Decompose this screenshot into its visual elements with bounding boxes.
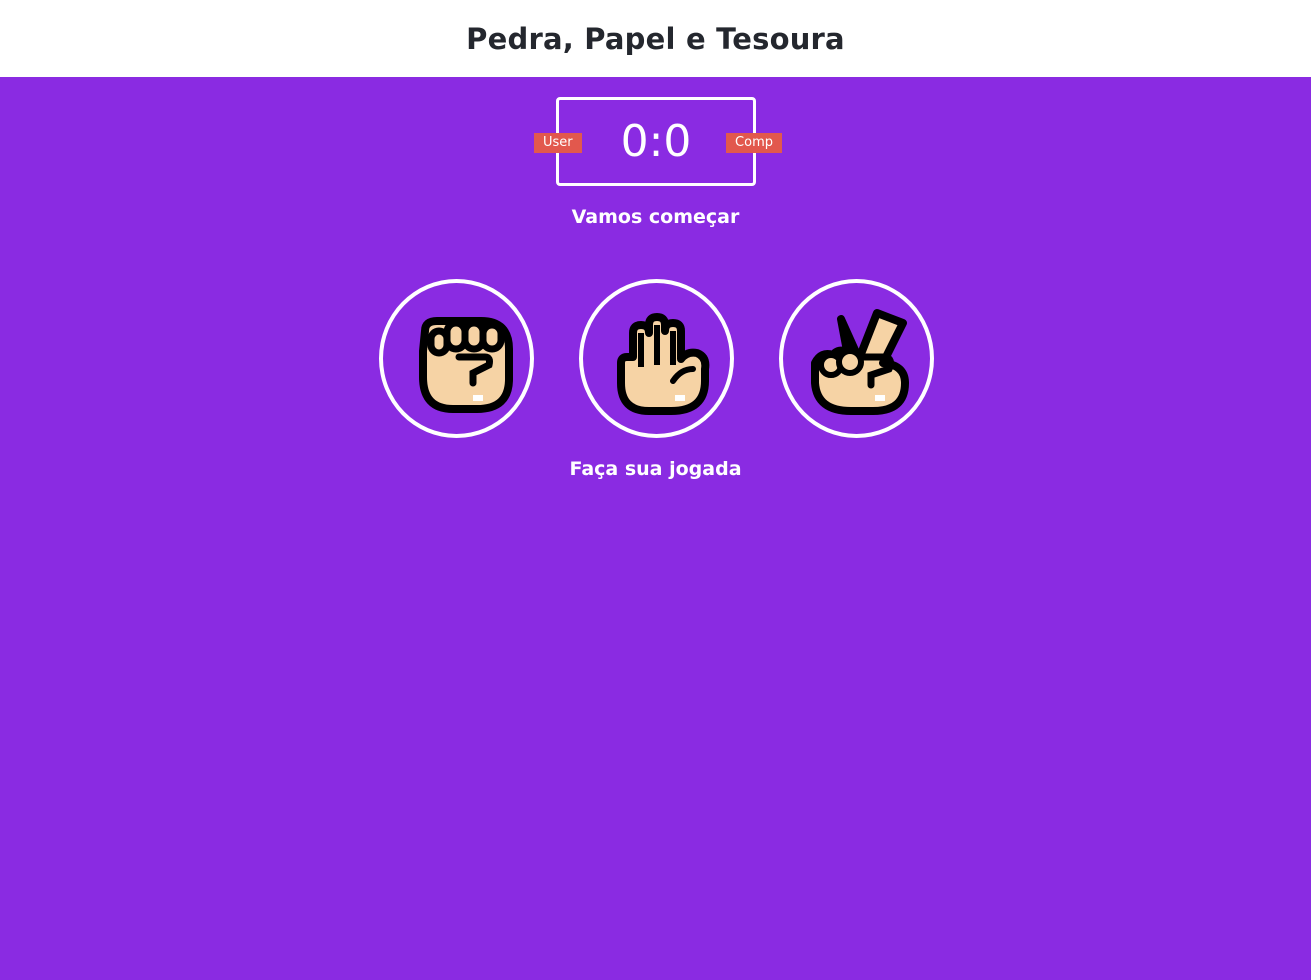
victory-hand-icon [810, 308, 909, 415]
page-title: Pedra, Papel e Tesoura [466, 21, 845, 56]
result-message: Vamos começar [571, 206, 740, 228]
scissors-choice-button[interactable] [779, 279, 934, 438]
user-badge: User [534, 133, 582, 153]
fist-icon [418, 316, 513, 413]
choices-row [379, 279, 934, 438]
paper-choice-button[interactable] [579, 279, 734, 438]
comp-badge: Comp [726, 133, 782, 153]
rock-choice-button[interactable] [379, 279, 534, 438]
app-header: Pedra, Papel e Tesoura [0, 0, 1311, 77]
score-display: 0:0 [620, 115, 692, 167]
action-message: Faça sua jogada [569, 458, 742, 480]
score-board: User 0:0 Comp [534, 97, 782, 186]
raised-hand-icon [616, 312, 709, 415]
